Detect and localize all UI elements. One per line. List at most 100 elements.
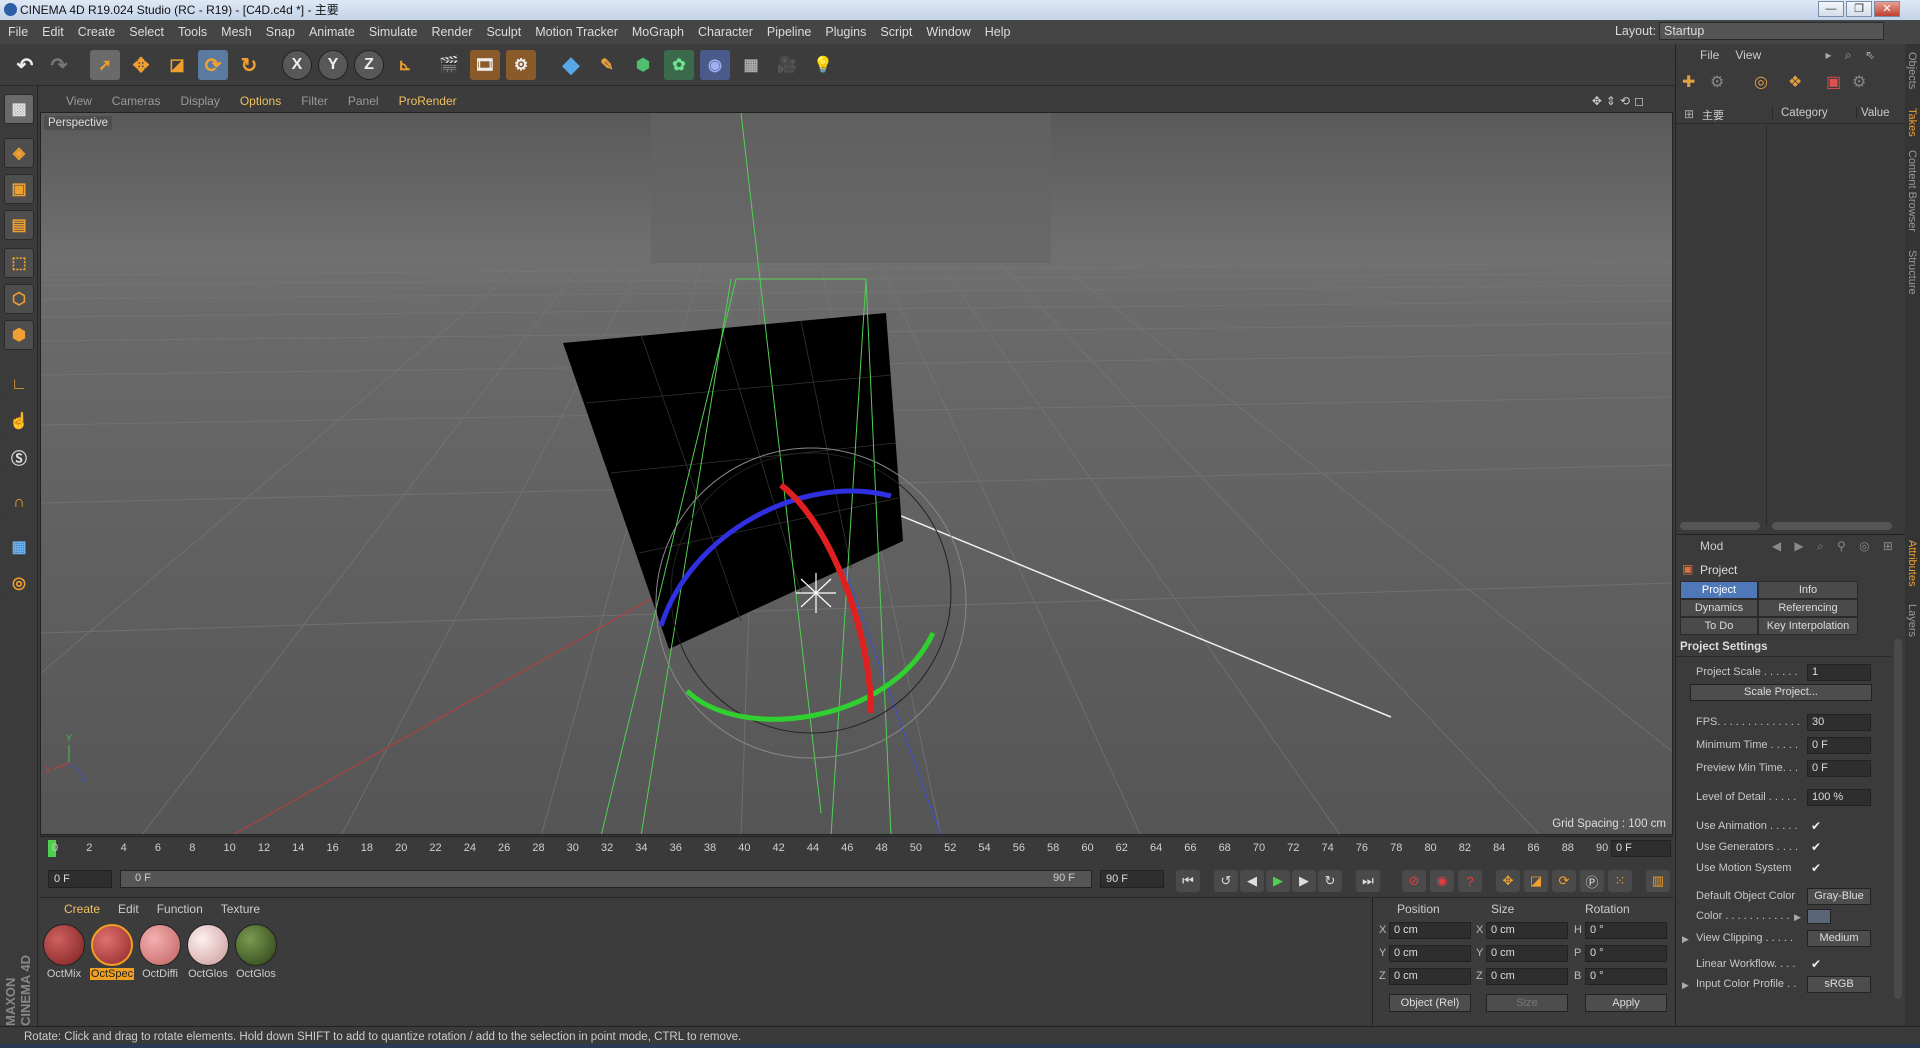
menu-simulate[interactable]: Simulate <box>369 25 418 39</box>
go-to-end-icon[interactable]: ⏭ <box>1356 870 1380 892</box>
menu-select[interactable]: Select <box>129 25 164 39</box>
rot-p-field[interactable]: 0 ° <box>1585 945 1667 962</box>
apply-button[interactable]: Apply <box>1585 994 1667 1012</box>
tab-key-interpolation[interactable]: Key Interpolation <box>1758 617 1858 635</box>
view-clipping-expand-icon[interactable]: ▶ <box>1682 934 1689 945</box>
render-view-icon[interactable]: 🎬 <box>434 50 464 80</box>
end-frame-field[interactable]: 90 F <box>1100 870 1164 888</box>
attribute-mode-menu[interactable]: Mod <box>1700 539 1723 553</box>
current-frame-field[interactable]: 0 F <box>1611 840 1671 857</box>
take-render-icon[interactable]: ▣ <box>1826 72 1841 92</box>
subdivision-icon[interactable]: ⬢ <box>628 50 658 80</box>
takes-scrollbar-right[interactable] <box>1772 522 1892 530</box>
color-swatch[interactable] <box>1807 909 1831 924</box>
menu-animate[interactable]: Animate <box>309 25 355 39</box>
material-swatch[interactable]: OctGlos <box>186 924 230 980</box>
next-key-icon[interactable]: ↻ <box>1318 870 1342 892</box>
edges-mode-icon[interactable]: ⬡ <box>4 284 34 314</box>
material-menu-edit[interactable]: Edit <box>118 902 139 916</box>
workplane-icon[interactable]: ▤ <box>4 210 34 240</box>
fps-field[interactable]: 30 <box>1807 714 1871 731</box>
size-z-field[interactable]: 0 cm <box>1486 968 1568 985</box>
close-button[interactable]: ✕ <box>1874 1 1900 17</box>
auto-take-icon[interactable]: ❖ <box>1788 72 1802 92</box>
objects-menu-view[interactable]: View <box>1735 48 1761 62</box>
key-pla-icon[interactable]: ⁙ <box>1608 870 1632 892</box>
next-frame-icon[interactable]: ▶ <box>1292 870 1316 892</box>
tab-to-do[interactable]: To Do <box>1680 617 1758 635</box>
side-tab-content-browser[interactable]: Content Browser <box>1906 150 1918 232</box>
texture-mode-icon[interactable]: ▣ <box>4 174 34 204</box>
material-menu-function[interactable]: Function <box>157 902 203 916</box>
menu-window[interactable]: Window <box>926 25 970 39</box>
side-tab-structure[interactable]: Structure <box>1906 250 1918 295</box>
menu-sculpt[interactable]: Sculpt <box>486 25 521 39</box>
select-tool-icon[interactable]: ➚ <box>90 50 120 80</box>
rotate-tool-icon[interactable]: ⟳ <box>198 50 228 80</box>
maximize-button[interactable]: ❐ <box>1846 1 1872 17</box>
side-tab-objects[interactable]: Objects <box>1906 52 1918 89</box>
project-scale-field[interactable]: 1 <box>1807 664 1871 681</box>
menu-character[interactable]: Character <box>698 25 753 39</box>
coordinate-mode-select[interactable]: Object (Rel) <box>1389 994 1471 1012</box>
view-clipping-select[interactable]: Medium <box>1807 930 1871 947</box>
layout-select[interactable]: Startup <box>1659 22 1884 40</box>
color-expand-icon[interactable]: ▶ <box>1794 912 1801 923</box>
viewport-menu-display[interactable]: Display <box>180 94 219 108</box>
viewport-menu-prorender[interactable]: ProRender <box>399 94 457 108</box>
take-expand-icon[interactable]: ⊞ <box>1684 107 1694 121</box>
scale-tool-icon[interactable]: ◪ <box>162 50 192 80</box>
pos-y-field[interactable]: 0 cm <box>1389 945 1471 962</box>
viewport-menu-panel[interactable]: Panel <box>348 94 379 108</box>
viewport-menu-cameras[interactable]: Cameras <box>112 94 161 108</box>
main-take-label[interactable]: 主要 <box>1702 107 1724 123</box>
viewport-menu-filter[interactable]: Filter <box>301 94 328 108</box>
takes-list[interactable] <box>1676 126 1906 536</box>
take-copy-icon[interactable]: ⚙ <box>1710 72 1724 92</box>
recent-tool-icon[interactable]: ↻ <box>234 50 264 80</box>
use-motion-system-checkbox[interactable]: ✔ <box>1811 861 1821 875</box>
menu-render[interactable]: Render <box>431 25 472 39</box>
light-icon[interactable]: 💡 <box>808 50 838 80</box>
material-swatch[interactable]: OctDiffi <box>138 924 182 980</box>
tab-referencing[interactable]: Referencing <box>1758 599 1858 617</box>
menu-plugins[interactable]: Plugins <box>825 25 866 39</box>
previous-frame-icon[interactable]: ◀ <box>1240 870 1264 892</box>
menu-motion-tracker[interactable]: Motion Tracker <box>535 25 618 39</box>
deformer-icon[interactable]: ◉ <box>700 50 730 80</box>
undo-icon[interactable]: ↶ <box>10 50 40 80</box>
menu-create[interactable]: Create <box>78 25 116 39</box>
perspective-viewport[interactable]: Y X Z Perspective Grid Spacing : 100 cm <box>40 112 1673 835</box>
attribute-nav-icons[interactable]: ◀ ▶ ⌕ ⚲ ◎ ⊞ <box>1772 539 1898 554</box>
tweak-mode-icon[interactable]: ☝ <box>4 406 34 436</box>
z-axis-button[interactable]: Z <box>354 50 384 80</box>
pos-z-field[interactable]: 0 cm <box>1389 968 1471 985</box>
render-settings-icon[interactable]: ⚙ <box>506 50 536 80</box>
timeline-window-icon[interactable]: ▥ <box>1646 870 1670 892</box>
size-y-field[interactable]: 0 cm <box>1486 945 1568 962</box>
use-generators-checkbox[interactable]: ✔ <box>1811 840 1821 854</box>
level-of-detail-field[interactable]: 100 % <box>1807 789 1871 806</box>
floor-icon[interactable]: ▦ <box>736 50 766 80</box>
side-tab-attributes[interactable]: Attributes <box>1906 540 1918 586</box>
material-menu-texture[interactable]: Texture <box>221 902 260 916</box>
rot-b-field[interactable]: 0 ° <box>1585 968 1667 985</box>
move-tool-icon[interactable]: ✥ <box>126 50 156 80</box>
objects-search-icon[interactable]: ▸ ⌕ ⇖ <box>1826 48 1880 63</box>
render-picture-viewer-icon[interactable]: 🎞 <box>470 50 500 80</box>
linear-workflow-checkbox[interactable]: ✔ <box>1811 957 1821 971</box>
input-profile-expand-icon[interactable]: ▶ <box>1682 980 1689 991</box>
autokey-icon[interactable]: ◉ <box>1430 870 1454 892</box>
size-x-field[interactable]: 0 cm <box>1486 922 1568 939</box>
coordinate-system-icon[interactable]: ⊾ <box>390 50 420 80</box>
tab-info[interactable]: Info <box>1758 581 1858 599</box>
input-color-profile-select[interactable]: sRGB <box>1807 976 1871 993</box>
menu-file[interactable]: File <box>8 25 28 39</box>
minimize-button[interactable]: — <box>1818 1 1844 17</box>
use-animation-checkbox[interactable]: ✔ <box>1811 819 1821 833</box>
key-param-icon[interactable]: Ⓟ <box>1580 870 1604 892</box>
axis-mode-icon[interactable]: ∟ <box>4 370 34 400</box>
objects-menu-file[interactable]: File <box>1700 48 1719 62</box>
default-object-color-select[interactable]: Gray-Blue <box>1807 888 1871 905</box>
tab-project-settings[interactable]: Project Settings <box>1680 581 1758 612</box>
